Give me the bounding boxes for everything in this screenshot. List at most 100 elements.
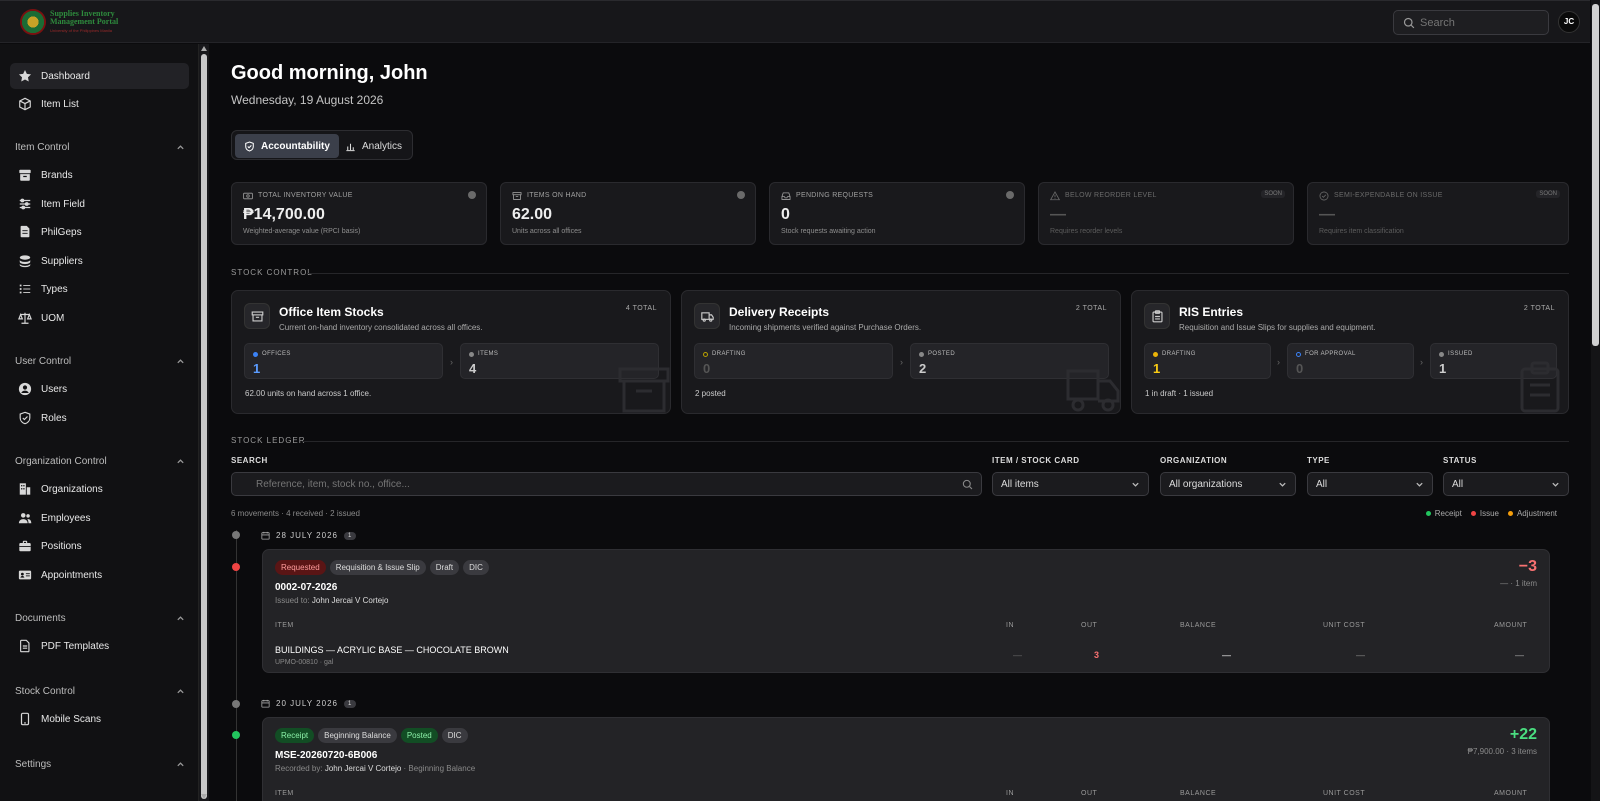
user-circle-icon	[18, 382, 32, 396]
sidebar-item-uom[interactable]: UOM	[10, 305, 189, 331]
date-group-header: 28 JULY 2026 1	[261, 531, 357, 540]
ledger-search-input[interactable]	[256, 477, 956, 492]
timeline-issue-dot	[232, 563, 240, 571]
inbox-icon	[781, 192, 791, 200]
type-select[interactable]: All	[1307, 472, 1433, 496]
star-icon	[18, 70, 32, 82]
sidebar-item-types[interactable]: Types	[10, 276, 189, 302]
sidebar-section-organization-control[interactable]: Organization Control	[15, 454, 185, 468]
kpi-semi-expendable-on-issue: SEMI-EXPENDABLE ON ISSUE SOON — Requires…	[1307, 182, 1569, 245]
sidebar-item-positions[interactable]: Positions	[10, 533, 189, 559]
sidebar-item-mobile-scans[interactable]: Mobile Scans	[10, 706, 189, 732]
card-ris-entries[interactable]: RIS Entries Requisition and Issue Slips …	[1131, 290, 1569, 414]
stat-label: OFFICES	[253, 351, 291, 357]
ledger-search[interactable]	[231, 472, 982, 496]
sidebar-item-brands[interactable]: Brands	[10, 162, 189, 188]
sidebar-section-item-control[interactable]: Item Control	[15, 140, 185, 154]
file-icon	[20, 639, 30, 653]
current-date: Wednesday, 19 August 2026	[231, 93, 384, 107]
kpi-subtitle: Requires reorder levels	[1050, 228, 1123, 235]
status-badge: Requested	[275, 560, 326, 575]
ledger-legend: Receipt Issue Adjustment	[1425, 509, 1557, 518]
sidebar-section-documents[interactable]: Documents	[15, 611, 185, 625]
sidebar-item-philgeps[interactable]: PhilGeps	[10, 219, 189, 245]
column-header: UNIT COST	[1323, 790, 1366, 797]
card-office-item-stocks[interactable]: Office Item Stocks Current on-hand inven…	[231, 290, 671, 414]
sidebar-item-dashboard[interactable]: Dashboard	[10, 63, 189, 89]
by-name: John Jercai V Cortejo	[324, 764, 402, 773]
sidebar-scrollbar[interactable]	[199, 44, 209, 801]
stat-value: 1	[1153, 361, 1161, 376]
chevron-right-icon: ›	[1277, 357, 1280, 367]
stat-drafting[interactable]: DRAFTING 0	[694, 343, 893, 379]
select-value: All	[1316, 479, 1328, 490]
sidebar-item-organizations[interactable]: Organizations	[10, 476, 189, 502]
item-stock-card-select[interactable]: All items	[992, 472, 1149, 496]
column-header: AMOUNT	[1494, 790, 1528, 797]
card-delivery-receipts[interactable]: Delivery Receipts Incoming shipments ver…	[681, 290, 1121, 414]
ledger-entry[interactable]: Receipt Beginning Balance Posted DIC MSE…	[262, 717, 1550, 801]
kpi-value: 62.00	[512, 206, 553, 223]
info-icon[interactable]	[1006, 191, 1014, 199]
sidebar-item-employees[interactable]: Employees	[10, 505, 189, 531]
stat-drafting[interactable]: DRAFTING 1	[1144, 343, 1271, 379]
tab-accountability[interactable]: Accountability	[235, 134, 339, 158]
tab-label: Accountability	[261, 140, 330, 152]
info-icon[interactable]	[468, 191, 476, 199]
cell-balance: —	[1222, 650, 1231, 660]
card-footer: 62.00 units on hand across 1 office.	[245, 389, 372, 398]
sidebar-item-item-field[interactable]: Item Field	[10, 191, 189, 217]
user-avatar[interactable]: JC	[1558, 11, 1580, 33]
ledger-entry[interactable]: Requested Requisition & Issue Slip Draft…	[262, 549, 1550, 673]
section-title: Item Control	[15, 141, 70, 153]
stat-label: ISSUED	[1439, 351, 1473, 357]
chevron-right-icon: ›	[1420, 357, 1423, 367]
sidebar-item-label: Appointments	[41, 569, 103, 581]
column-header: ITEM	[275, 790, 294, 797]
sidebar-item-item-list[interactable]: Item List	[10, 91, 189, 117]
chevron-up-icon	[177, 615, 184, 620]
card-total: 4 TOTAL	[625, 305, 657, 312]
tab-label: Analytics	[362, 140, 403, 152]
stat-label: DRAFTING	[703, 351, 746, 357]
entry-reference[interactable]: 0002-07-2026	[275, 582, 337, 593]
sidebar-section-user-control[interactable]: User Control	[15, 354, 185, 368]
sidebar-section-settings[interactable]: Settings	[15, 757, 185, 771]
scroll-down-arrow[interactable]	[201, 794, 207, 799]
scroll-up-arrow[interactable]	[201, 46, 207, 51]
organization-select[interactable]: All organizations	[1160, 472, 1296, 496]
entry-reference[interactable]: MSE-20260720-6B006	[275, 750, 377, 761]
banknote-icon	[243, 192, 253, 200]
stat-offices[interactable]: OFFICES 1	[244, 343, 443, 379]
section-title: Stock Control	[15, 685, 76, 697]
chevron-right-icon: ›	[450, 357, 453, 367]
phone-icon	[20, 712, 30, 726]
sidebar-item-appointments[interactable]: Appointments	[10, 562, 189, 588]
sidebar-item-users[interactable]: Users	[10, 376, 189, 402]
check-circle-icon	[1319, 191, 1329, 201]
status-dot	[703, 351, 708, 357]
kpi-total-inventory-value: TOTAL INVENTORY VALUE ₱14,700.00 Weighte…	[231, 182, 487, 245]
sidebar-scrollbar-thumb[interactable]	[201, 54, 207, 799]
column-header: IN	[1006, 622, 1014, 629]
sidebar-item-roles[interactable]: Roles	[10, 405, 189, 431]
cube-icon	[19, 97, 31, 111]
page-scrollbar-thumb[interactable]	[1592, 4, 1599, 346]
stat-for-approval[interactable]: FOR APPROVAL 0	[1287, 343, 1414, 379]
portal-logo[interactable]	[20, 9, 46, 35]
global-search[interactable]	[1393, 10, 1549, 35]
status-select[interactable]: All	[1443, 472, 1569, 496]
date-group-label: 20 JULY 2026	[276, 699, 338, 708]
sidebar-item-pdf-templates[interactable]: PDF Templates	[10, 633, 189, 659]
global-search-input[interactable]	[1420, 15, 1540, 31]
tab-analytics[interactable]: Analytics	[336, 134, 411, 158]
sidebar-section-stock-control[interactable]: Stock Control	[15, 684, 185, 698]
sidebar-item-suppliers[interactable]: Suppliers	[10, 248, 189, 274]
kpi-items-on-hand: ITEMS ON HAND 62.00 Units across all off…	[500, 182, 756, 245]
date-group-label: 28 JULY 2026	[276, 531, 338, 540]
info-icon[interactable]	[737, 191, 745, 199]
legend-label: Receipt	[1434, 509, 1462, 518]
page-scrollbar[interactable]	[1591, 0, 1600, 801]
calendar-icon	[261, 699, 270, 708]
doc-type-badge: Beginning Balance	[318, 728, 397, 743]
